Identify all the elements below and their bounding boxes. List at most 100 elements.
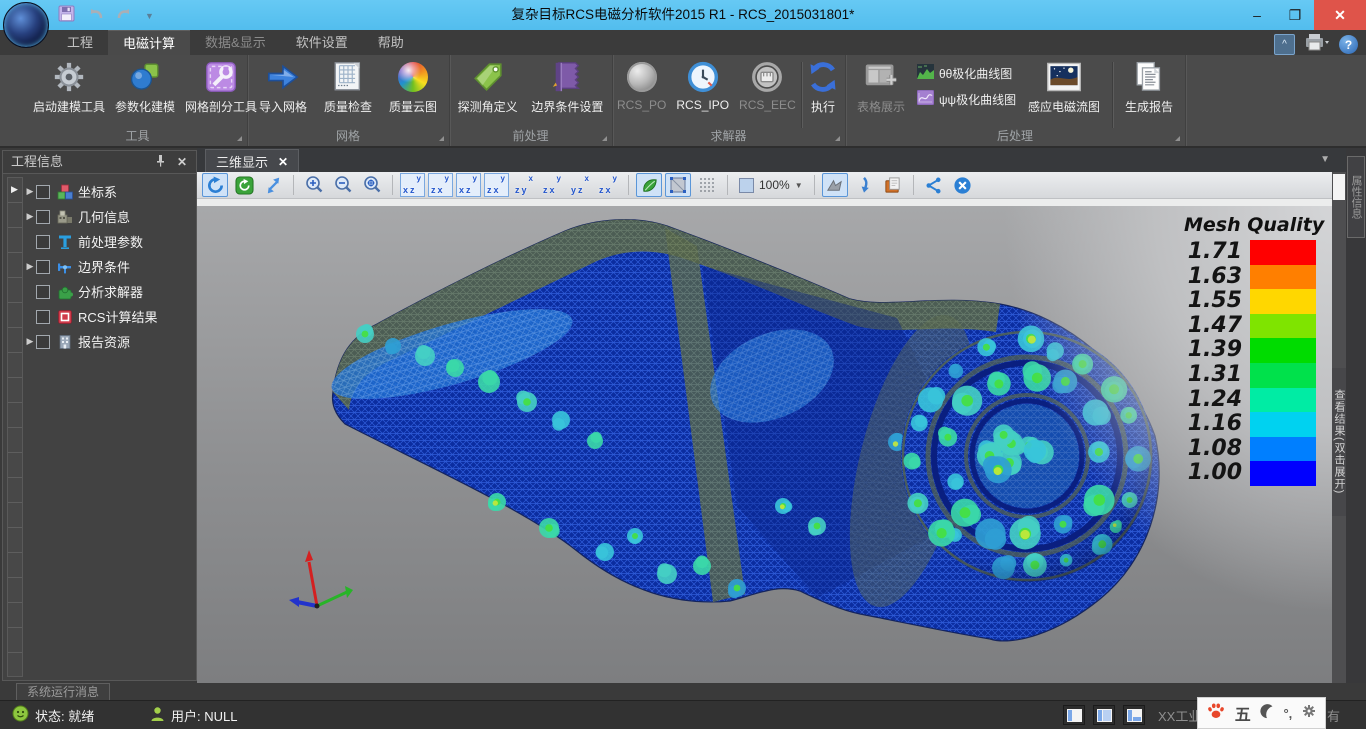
ime-settings-gear-icon[interactable] <box>1301 703 1317 724</box>
share-link-button[interactable] <box>921 173 947 197</box>
expand-icon[interactable]: ▶ <box>24 186 36 197</box>
tab-3d-display-label: 三维显示 <box>216 152 268 171</box>
rcs-eec-button[interactable]: RCS_EEC <box>734 58 801 112</box>
menu-tab-project[interactable]: 工程 <box>52 30 108 55</box>
theta-polarization-curve-button[interactable]: θθ极化曲线图 <box>917 64 1016 82</box>
tree-item-preprocess-params[interactable]: 前处理参数 <box>24 229 194 254</box>
menu-tab-help[interactable]: 帮助 <box>363 30 419 55</box>
panel-close-icon[interactable]: ✕ <box>174 154 190 170</box>
vertical-scrollbar-thumb[interactable] <box>1333 174 1345 200</box>
curve-theta-icon <box>917 64 934 82</box>
quality-check-button[interactable]: 质量检查 <box>319 58 377 115</box>
tree-item-report-resources[interactable]: ▶ 报告资源 <box>24 329 194 354</box>
launch-modeling-tool-button[interactable]: 启动建模工具 <box>28 58 110 115</box>
ime-moon-icon[interactable] <box>1259 703 1275 724</box>
ime-logo-paw-icon[interactable] <box>1206 701 1226 726</box>
layout-bottom-panel-icon[interactable] <box>1123 705 1145 725</box>
induced-current-map-button[interactable]: 感应电磁流图 <box>1023 58 1105 115</box>
close-button[interactable]: ✕ <box>1314 0 1366 30</box>
expand-icon[interactable]: ▶ <box>24 211 36 222</box>
tree-checkbox[interactable] <box>36 260 50 274</box>
import-mesh-button[interactable]: 导入网格 <box>254 58 312 115</box>
view-xz-back-button[interactable]: yxz <box>456 173 481 197</box>
tree-checkbox[interactable] <box>36 235 50 249</box>
down-arrow-button[interactable] <box>851 173 877 197</box>
fit-extent-button[interactable] <box>260 173 286 197</box>
properties-collapsed-tab[interactable]: 属性信息 <box>1347 156 1365 238</box>
scene-export-button[interactable] <box>880 173 906 197</box>
ribbon-group-label-preprocess: 前处理 <box>449 127 612 144</box>
psi-polarization-curve-button[interactable]: ψψ极化曲线图 <box>917 90 1016 108</box>
tree-checkbox[interactable] <box>36 185 50 199</box>
ime-punctuation-mode[interactable]: °, <box>1283 706 1292 721</box>
parametric-modeling-button[interactable]: 参数化建模 <box>110 58 180 115</box>
system-message-tab[interactable]: 系统运行消息 <box>16 683 110 700</box>
table-show-button[interactable]: 表格展示 <box>852 58 910 115</box>
tab-close-icon[interactable]: ✕ <box>278 155 288 169</box>
collapse-ribbon-icon[interactable]: ^ <box>1274 34 1295 55</box>
layout-two-panel-icon[interactable] <box>1093 705 1115 725</box>
zoom-in-button[interactable] <box>301 173 327 197</box>
rotate-view-button[interactable] <box>202 173 228 197</box>
tab-3d-display[interactable]: 三维显示 ✕ <box>205 149 299 173</box>
wireframe-mode-button[interactable] <box>665 173 691 197</box>
tree-item-rcs-results[interactable]: RCS计算结果 <box>24 304 194 329</box>
tree-item-coordinate-system[interactable]: ▶ 坐标系 <box>24 179 194 204</box>
view-zx-button[interactable]: yzx <box>428 173 453 197</box>
legend-row: 1.39 <box>1184 338 1316 363</box>
zoom-window-button[interactable] <box>359 173 385 197</box>
view-iso-1-button[interactable]: yzx <box>540 173 565 197</box>
view-zy-button[interactable]: xzy <box>512 173 537 197</box>
tree-checkbox[interactable] <box>36 335 50 349</box>
ime-toolbar[interactable]: 五 °, <box>1197 697 1326 729</box>
close-view-button[interactable] <box>950 173 976 197</box>
group-expand-icon[interactable] <box>439 136 444 141</box>
refresh-view-button[interactable] <box>231 173 257 197</box>
group-expand-icon[interactable] <box>602 136 607 141</box>
layout-left-panel-icon[interactable] <box>1063 705 1085 725</box>
group-expand-icon[interactable] <box>835 136 840 141</box>
points-mode-button[interactable] <box>694 173 720 197</box>
quality-cloudmap-button[interactable]: 质量云图 <box>384 58 442 115</box>
help-icon[interactable]: ? <box>1339 35 1358 54</box>
tree-checkbox[interactable] <box>36 210 50 224</box>
zoom-out-button[interactable] <box>330 173 356 197</box>
group-expand-icon[interactable] <box>1175 136 1180 141</box>
shaded-mode-button[interactable] <box>636 173 662 197</box>
maximize-button[interactable]: ❐ <box>1276 0 1314 30</box>
tab-list-caret-icon[interactable]: ▼ <box>1320 154 1330 165</box>
view-xz-button[interactable]: yxz <box>400 173 425 197</box>
divider <box>392 175 393 195</box>
execute-button[interactable]: 执行 <box>801 58 845 115</box>
menu-tab-data-display[interactable]: 数据&显示 <box>190 30 281 55</box>
tree-item-geometry-info[interactable]: ▶ 几何信息 <box>24 204 194 229</box>
view-zx-back-button[interactable]: yzx <box>484 173 509 197</box>
menu-tab-settings[interactable]: 软件设置 <box>281 30 363 55</box>
pan-tool-button[interactable] <box>822 173 848 197</box>
tree-item-analysis-solver[interactable]: 分析求解器 <box>24 279 194 304</box>
zoom-level-select[interactable]: 100% ▼ <box>735 174 807 196</box>
rcs-po-button[interactable]: RCS_PO <box>612 58 671 112</box>
tree-item-boundary-conditions[interactable]: ▶ 边界条件 <box>24 254 194 279</box>
expand-icon[interactable]: ▶ <box>24 336 36 347</box>
view-iso-3-button[interactable]: yzx <box>596 173 621 197</box>
vertical-scrollbar[interactable]: 查看结果(双击展开) <box>1332 172 1346 683</box>
menu-tab-em-compute[interactable]: 电磁计算 <box>108 30 190 55</box>
pin-icon[interactable] <box>152 154 168 170</box>
group-expand-icon[interactable] <box>237 136 242 141</box>
mesh-wrench-icon <box>204 58 238 96</box>
boundary-settings-button[interactable]: 边界条件设置 <box>526 58 608 115</box>
generate-report-button[interactable]: 生成报告 <box>1120 58 1178 115</box>
row-cursor-icon: ▶ <box>11 184 18 195</box>
viewport-3d[interactable]: Mesh Quality 1.71 1.63 1.55 1.47 1.39 1.… <box>197 206 1332 683</box>
tree-checkbox[interactable] <box>36 285 50 299</box>
print-icon[interactable] <box>1304 32 1330 57</box>
minimize-button[interactable]: – <box>1238 0 1276 30</box>
ime-wubi-mode[interactable]: 五 <box>1235 701 1251 725</box>
results-collapsed-tab[interactable]: 查看结果(双击展开) <box>1332 368 1346 516</box>
view-iso-2-button[interactable]: xyz <box>568 173 593 197</box>
expand-icon[interactable]: ▶ <box>24 261 36 272</box>
rcs-ipo-button[interactable]: RCS_IPO <box>671 58 734 112</box>
tree-checkbox[interactable] <box>36 310 50 324</box>
probe-angle-button[interactable]: 探测角定义 <box>453 58 523 115</box>
